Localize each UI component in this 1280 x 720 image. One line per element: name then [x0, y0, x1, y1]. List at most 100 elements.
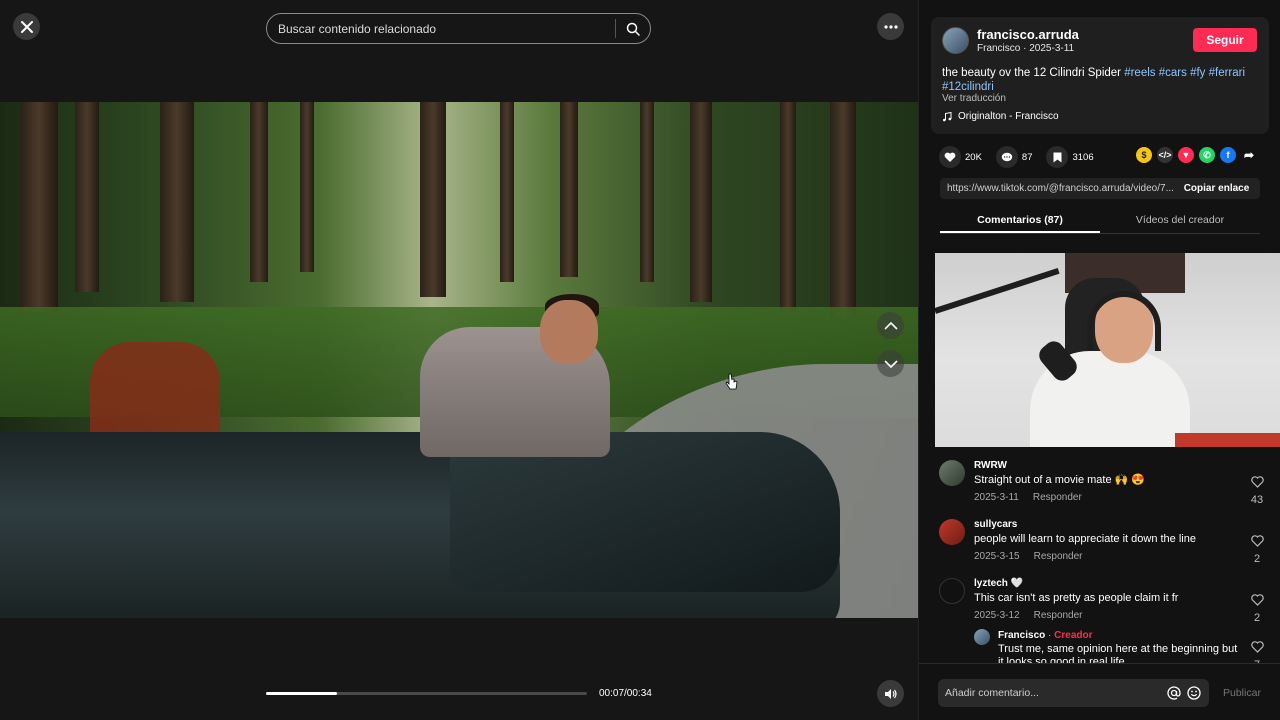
heart-outline-icon	[1250, 594, 1264, 606]
tree-trunk	[300, 102, 314, 272]
heart-outline-icon	[1250, 476, 1264, 488]
comment-meta: 2025-3-15 Responder	[974, 551, 1083, 562]
tree-trunk	[500, 102, 514, 282]
comment-username[interactable]: lyztech 🤍	[974, 578, 1023, 589]
video-description: the beauty ov the 12 Cilindri Spider #re…	[942, 66, 1260, 94]
chevron-up-icon	[883, 321, 898, 330]
music-title: Originalton - Francisco	[958, 111, 1059, 122]
share-arrow-icon[interactable]: ➦	[1241, 147, 1257, 163]
heart-outline-icon	[1250, 641, 1264, 653]
search-button[interactable]	[616, 14, 650, 43]
reply-button[interactable]: Responder	[1034, 551, 1083, 562]
mention-button[interactable]	[1164, 683, 1184, 703]
tab-comments[interactable]: Comentarios (87)	[940, 208, 1100, 233]
send-to-friends-icon[interactable]: ▼	[1178, 147, 1194, 163]
tab-creator-videos[interactable]: Vídeos del creador	[1100, 208, 1260, 233]
search-icon	[626, 22, 640, 36]
comment-text: This car isn't as pretty as people claim…	[974, 592, 1179, 604]
save-circle	[1046, 146, 1069, 168]
comment-input[interactable]	[938, 687, 1164, 699]
coin-share-icon[interactable]: $	[1136, 147, 1152, 163]
reply-button[interactable]: Responder	[1034, 610, 1083, 621]
bookmark-icon	[1053, 152, 1062, 162]
share-link-row: https://www.tiktok.com/@francisco.arruda…	[940, 178, 1260, 199]
embed-icon[interactable]: </>	[1157, 147, 1173, 163]
time-display: 00:07/00:34	[599, 688, 652, 699]
close-icon	[20, 20, 33, 33]
facebook-icon[interactable]: f	[1220, 147, 1236, 163]
volume-button[interactable]	[877, 680, 904, 707]
comment-like-button[interactable]: 2	[1245, 534, 1269, 565]
emoji-icon	[1187, 686, 1201, 700]
comment-avatar[interactable]	[939, 578, 965, 604]
previous-video-button[interactable]	[877, 312, 904, 339]
publish-button[interactable]: Publicar	[1223, 687, 1261, 699]
save-count: 3106	[1072, 151, 1094, 163]
more-dots-icon	[883, 24, 898, 29]
hashtag-link[interactable]: #ferrari	[1209, 67, 1245, 79]
description-text: the beauty ov the 12 Cilindri Spider	[942, 67, 1125, 79]
comment-button[interactable]: 87	[995, 146, 1033, 168]
comment-date: 2025-3-11	[974, 492, 1019, 503]
copy-link-button[interactable]: Copiar enlace	[1173, 183, 1260, 194]
author-avatar[interactable]	[942, 27, 969, 54]
author-username[interactable]: francisco.arruda	[977, 27, 1079, 42]
thumb-desk	[1175, 433, 1280, 447]
progress-fill	[266, 692, 337, 695]
reply-avatar[interactable]	[974, 629, 990, 645]
volume-icon	[884, 688, 897, 699]
hashtag-link[interactable]: #12cilindri	[942, 81, 994, 93]
like-button[interactable]: 20K	[939, 146, 982, 168]
progress-bar[interactable]	[266, 692, 587, 695]
hashtag-link[interactable]: #cars	[1159, 67, 1187, 79]
heart-outline-icon	[1250, 535, 1264, 547]
follow-button[interactable]: Seguir	[1193, 28, 1257, 52]
reply-text: Trust me, same opinion here at the begin…	[998, 643, 1238, 663]
creator-badge: Creador	[1054, 630, 1093, 641]
more-options-button[interactable]	[877, 13, 904, 40]
close-button[interactable]	[13, 13, 40, 40]
whatsapp-icon[interactable]: ✆	[1199, 147, 1215, 163]
video-player-area: 00:07/00:34	[0, 0, 918, 720]
video-info-card: francisco.arruda Francisco · 2025-3-11 S…	[931, 17, 1269, 134]
comment-like-button[interactable]: 43	[1245, 475, 1269, 506]
comment-date: 2025-3-15	[974, 551, 1020, 562]
tree-trunk	[560, 102, 578, 277]
save-button[interactable]: 3106	[1046, 146, 1094, 168]
creator-reply-item: Francisco · Creador Trust me, same opini…	[974, 629, 1269, 663]
chevron-down-icon	[883, 359, 898, 368]
comment-like-count: 2	[1253, 553, 1261, 565]
tree-trunk	[640, 102, 654, 282]
comment-like-button[interactable]: 2	[1245, 593, 1269, 624]
share-link-text[interactable]: https://www.tiktok.com/@francisco.arruda…	[940, 183, 1173, 194]
reply-username[interactable]: Francisco	[998, 630, 1045, 641]
sticker-comment-image[interactable]	[935, 253, 1280, 447]
comment-username[interactable]: sullycars	[974, 519, 1017, 530]
side-panel: francisco.arruda Francisco · 2025-3-11 S…	[918, 0, 1280, 720]
comment-item: sullycars people will learn to appreciat…	[939, 519, 1269, 569]
thumb-headphones	[1087, 291, 1161, 351]
hashtag-link[interactable]: #reels	[1124, 67, 1155, 79]
emoji-button[interactable]	[1184, 683, 1204, 703]
hashtag-link[interactable]: #fy	[1190, 67, 1205, 79]
see-translation-link[interactable]: Ver traducción	[942, 93, 1006, 104]
comment-like-count: 43	[1250, 494, 1264, 506]
next-video-button[interactable]	[877, 350, 904, 377]
comment-date: 2025-3-12	[974, 610, 1020, 621]
search-input[interactable]	[267, 14, 615, 43]
reply-username-line: Francisco · Creador	[998, 630, 1093, 641]
mouse-cursor-icon	[725, 373, 738, 390]
music-link[interactable]: Originalton - Francisco	[942, 111, 1059, 122]
comment-avatar[interactable]	[939, 460, 965, 486]
tree-trunk	[250, 102, 268, 282]
comment-avatar[interactable]	[939, 519, 965, 545]
tree-trunk	[420, 102, 446, 297]
comment-username[interactable]: RWRW	[974, 460, 1007, 471]
like-circle	[939, 146, 961, 168]
video-frame[interactable]	[0, 102, 918, 618]
tree-trunk	[830, 102, 856, 317]
reply-button[interactable]: Responder	[1033, 492, 1082, 503]
reply-like-button[interactable]: 7	[1245, 640, 1269, 663]
comment-box	[938, 679, 1209, 707]
comment-count: 87	[1021, 151, 1033, 163]
